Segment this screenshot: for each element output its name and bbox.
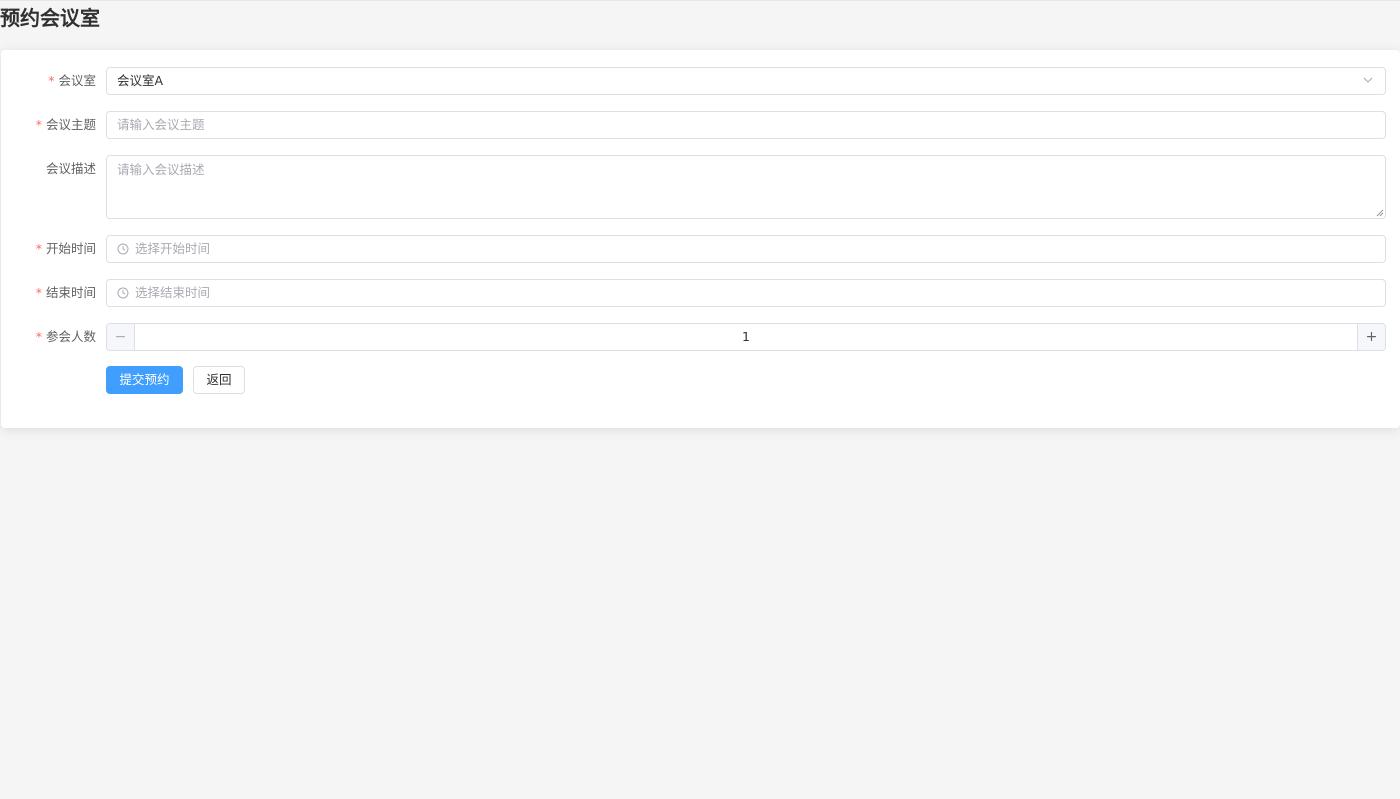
start-time-picker[interactable]: 选择开始时间 <box>106 235 1386 263</box>
start-time-placeholder: 选择开始时间 <box>135 241 211 256</box>
room-label: * 会议室 <box>1 67 96 95</box>
description-label: 会议描述 <box>1 155 96 183</box>
attendees-label: * 参会人数 <box>1 323 96 351</box>
required-mark: * <box>35 241 42 256</box>
clock-icon <box>117 287 129 299</box>
end-time-picker[interactable]: 选择结束时间 <box>106 279 1386 307</box>
room-select[interactable]: 会议室A <box>106 67 1386 95</box>
subject-placeholder: 请输入会议主题 <box>117 117 205 132</box>
description-label-text: 会议描述 <box>45 161 96 176</box>
increment-button[interactable]: + <box>1357 324 1385 350</box>
room-select-value: 会议室A <box>117 73 164 88</box>
start-time-label-text: 开始时间 <box>45 241 96 256</box>
chevron-down-icon <box>1363 77 1373 83</box>
attendees-input[interactable]: 1 <box>135 324 1357 350</box>
subject-input[interactable]: 请输入会议主题 <box>106 111 1386 139</box>
required-mark: * <box>35 117 42 132</box>
submit-button[interactable]: 提交预约 <box>106 366 183 394</box>
description-placeholder: 请输入会议描述 <box>117 162 205 177</box>
required-mark: * <box>48 73 55 88</box>
subject-label-text: 会议主题 <box>45 117 96 132</box>
page-title: 预约会议室 <box>0 6 100 30</box>
subject-label: * 会议主题 <box>1 111 96 139</box>
required-mark: * <box>35 329 42 344</box>
end-time-label-text: 结束时间 <box>45 285 96 300</box>
attendees-stepper: − 1 + <box>106 323 1386 351</box>
clock-icon <box>117 243 129 255</box>
room-label-text: 会议室 <box>58 73 96 88</box>
booking-form-card: * 会议室 会议室A * 会议主题 请输入会议主题 会议描述 请输入会议描述 *… <box>1 50 1400 428</box>
attendees-label-text: 参会人数 <box>45 329 96 344</box>
decrement-button[interactable]: − <box>107 324 135 350</box>
description-textarea[interactable]: 请输入会议描述 <box>106 155 1386 219</box>
end-time-placeholder: 选择结束时间 <box>135 285 211 300</box>
end-time-label: * 结束时间 <box>1 279 96 307</box>
resize-grip-icon[interactable] <box>1376 209 1384 217</box>
required-mark: * <box>35 285 42 300</box>
top-divider <box>0 0 1400 1</box>
start-time-label: * 开始时间 <box>1 235 96 263</box>
back-button[interactable]: 返回 <box>193 366 245 394</box>
